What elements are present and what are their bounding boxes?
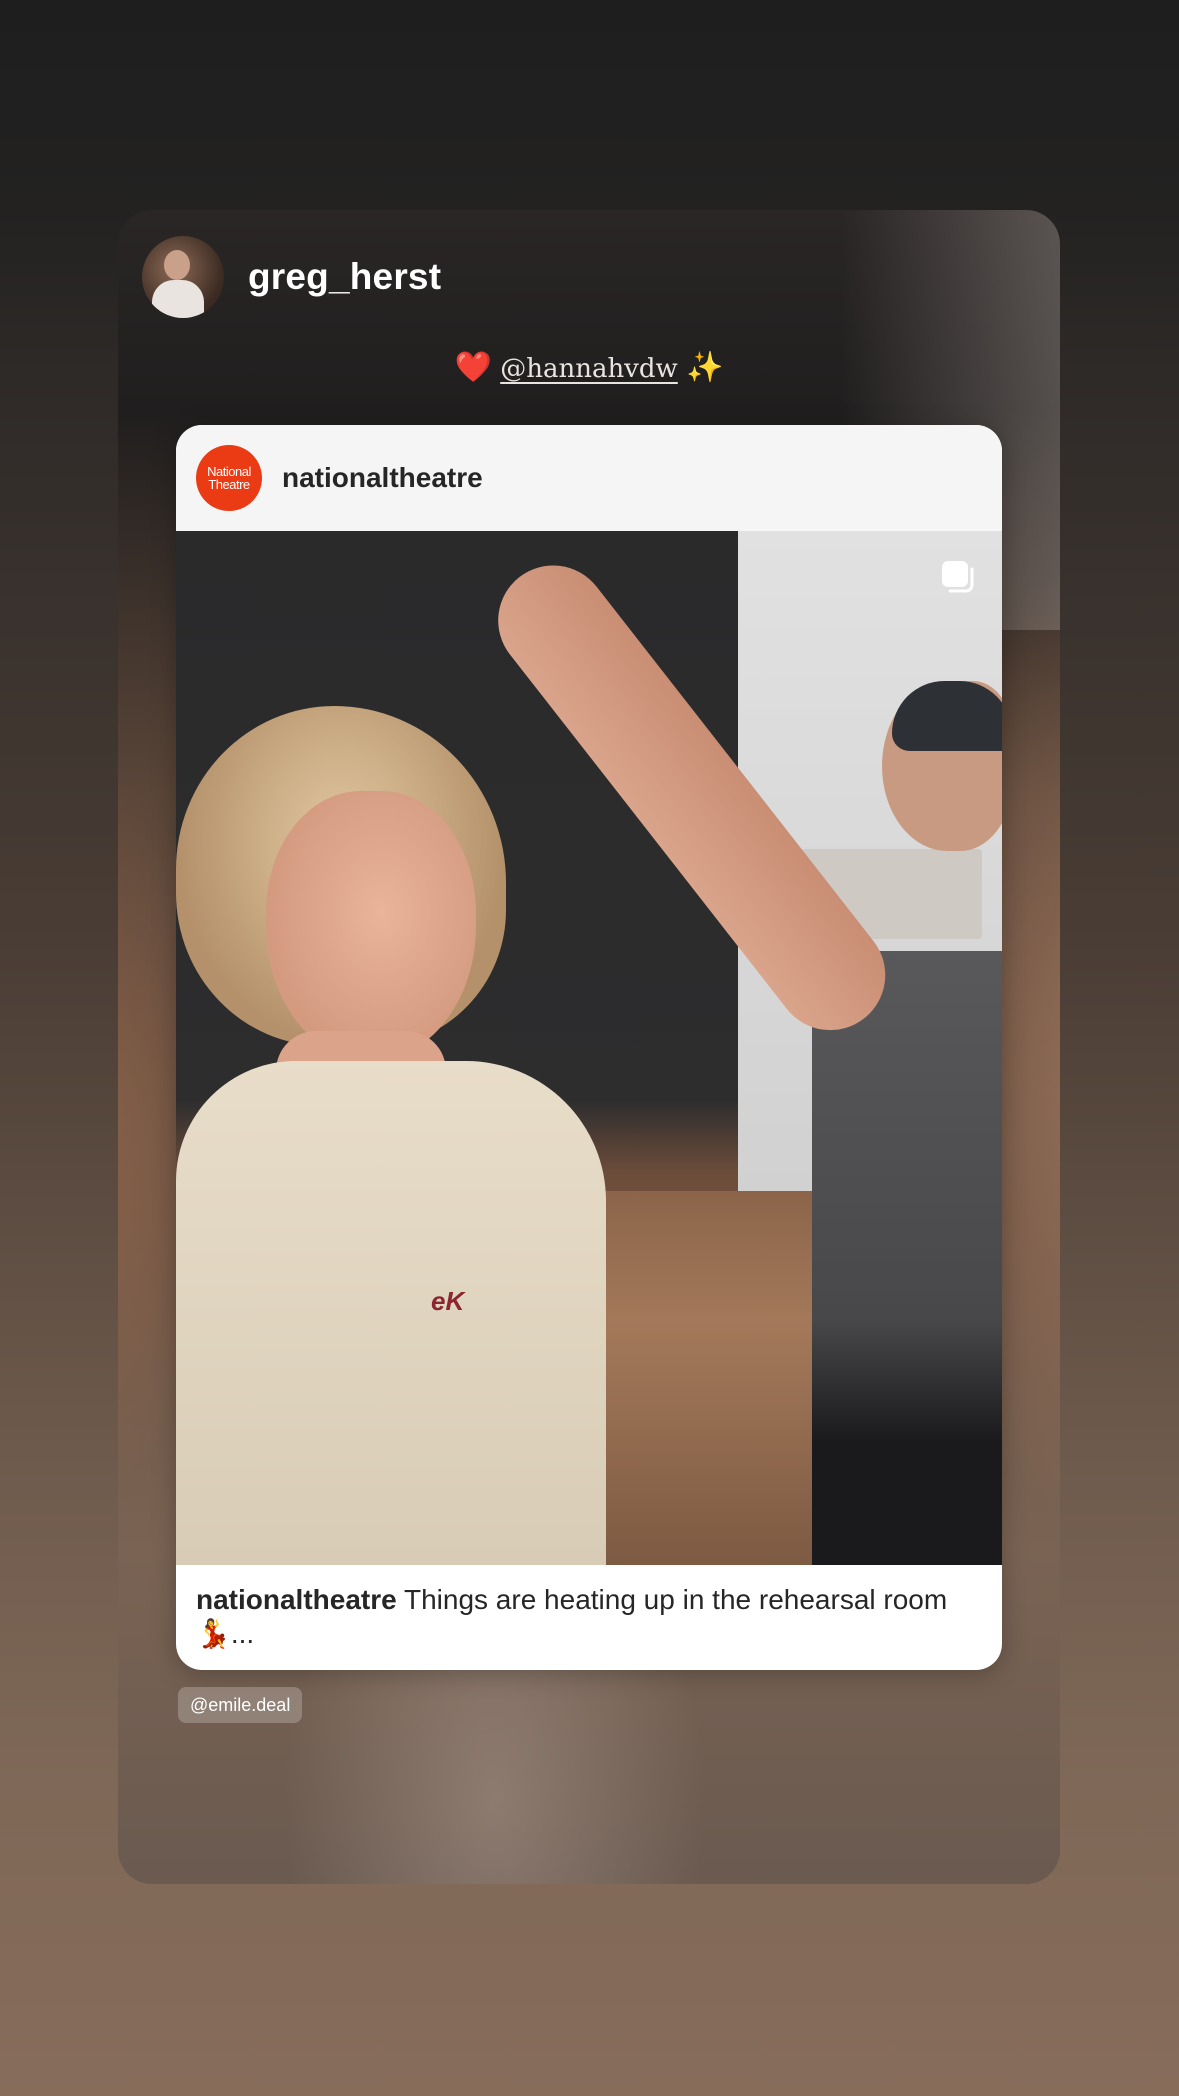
story-author-avatar[interactable] <box>142 236 224 318</box>
photo-woman-face <box>266 791 476 1061</box>
photo-shirt-logo: eK <box>431 1286 465 1316</box>
national-theatre-logo[interactable]: National Theatre <box>196 445 262 511</box>
shared-post-header: National Theatre nationaltheatre <box>176 425 1002 531</box>
mention-sticker[interactable]: @emile.deal <box>178 1687 303 1723</box>
sparkle-icon: ✨ <box>686 350 724 385</box>
avatar-face <box>164 250 190 280</box>
shared-post-account-name[interactable]: nationaltheatre <box>282 462 483 494</box>
story-caption: ❤️ @hannahvdw ✨ <box>118 350 1060 385</box>
shared-post-caption: nationaltheatre Things are heating up in… <box>176 1565 1002 1651</box>
multiple-images-icon <box>942 561 974 593</box>
story-header: greg_herst <box>142 236 441 318</box>
avatar-shirt <box>152 280 204 318</box>
heart-icon: ❤️ <box>454 350 492 385</box>
caption-account-name[interactable]: nationaltheatre <box>196 1584 397 1615</box>
shared-post-photo[interactable]: eK <box>176 531 1002 1565</box>
shared-post-card[interactable]: National Theatre nationaltheatre eK nati… <box>176 425 1002 1670</box>
photo-woman-tank-top <box>176 1061 606 1565</box>
story-mention-link[interactable]: @hannahvdw <box>500 354 678 384</box>
photo-man-body <box>812 951 1002 1565</box>
story-author-username[interactable]: greg_herst <box>248 256 441 298</box>
logo-text-line2: Theatre <box>208 477 250 492</box>
